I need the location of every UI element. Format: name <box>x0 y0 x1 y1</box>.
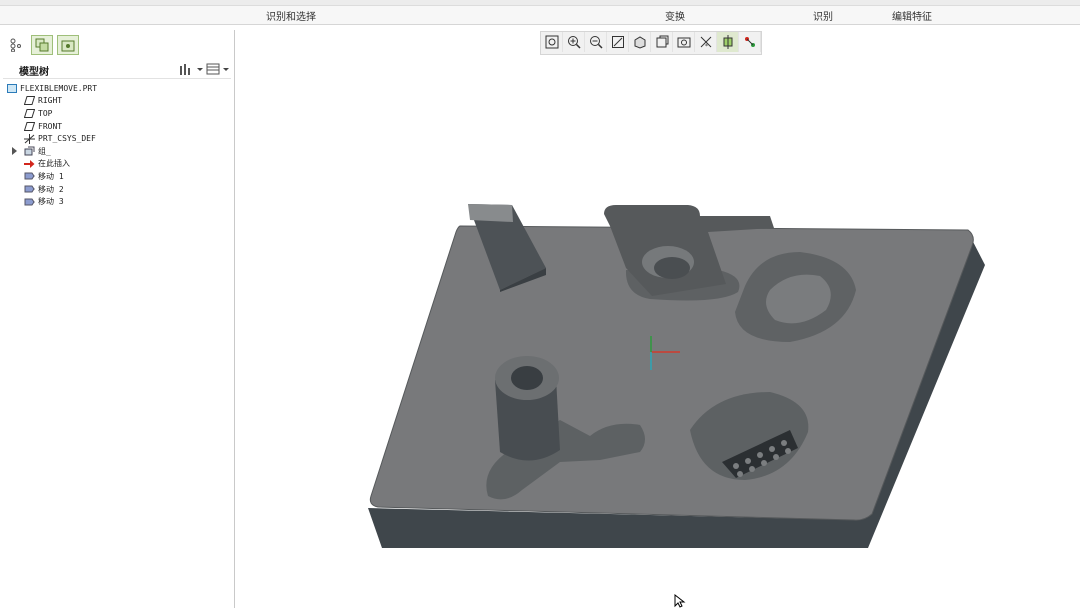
model-tree-panel: 模型树 FLEXIBLEMOVE.PRT RIGHT TOP FRONT PRT… <box>0 30 235 608</box>
tree-item-right[interactable]: RIGHT <box>6 95 97 108</box>
display-style-icon <box>634 36 645 49</box>
zoom-out-icon <box>589 36 603 49</box>
svg-text:*: * <box>705 43 708 49</box>
tree-item-csys[interactable]: PRT_CSYS_DEF <box>6 132 97 145</box>
tree-item-move-1[interactable]: 移动 1 <box>6 170 97 183</box>
move-feature-icon <box>24 171 35 181</box>
csys-icon <box>24 133 35 144</box>
datum-plane-icon <box>24 96 35 106</box>
tab-favorites[interactable] <box>57 35 79 55</box>
folder-star-icon <box>61 40 75 52</box>
refit-button[interactable] <box>541 32 563 52</box>
tree-item-label: 组_ <box>38 146 51 156</box>
part-icon <box>6 83 17 93</box>
repaint-button[interactable] <box>607 32 629 52</box>
navigator-tabs <box>5 35 79 55</box>
ribbon-group-edit[interactable]: 编辑特征 <box>892 8 932 23</box>
annotation-display-icon <box>744 37 755 47</box>
tab-layers[interactable] <box>31 35 53 55</box>
spin-center-button[interactable] <box>717 32 739 52</box>
tab-model-tree[interactable] <box>5 35 27 55</box>
ribbon-group-select[interactable]: 识别和选择 <box>266 8 316 23</box>
chevron-down-icon[interactable] <box>223 62 229 76</box>
saved-views-button[interactable] <box>651 32 673 52</box>
tree-item-label: PRT_CSYS_DEF <box>38 134 96 144</box>
tree-item-label: 移动 2 <box>38 184 64 194</box>
view-manager-icon <box>677 37 690 48</box>
view-manager-button[interactable] <box>673 32 695 52</box>
tree-item-label: 移动 1 <box>38 171 64 181</box>
tree-item-move-3[interactable]: 移动 3 <box>6 195 97 208</box>
refit-icon <box>545 35 558 49</box>
insert-here-icon <box>24 159 35 169</box>
model-tree-list: FLEXIBLEMOVE.PRT RIGHT TOP FRONT PRT_CSY… <box>6 82 97 208</box>
show-columns-icon[interactable] <box>206 62 220 76</box>
datum-plane-icon <box>24 121 35 131</box>
tree-icon <box>10 38 21 52</box>
tree-settings-icon[interactable] <box>178 62 194 76</box>
tree-item-move-2[interactable]: 移动 2 <box>6 183 97 196</box>
tree-item-front[interactable]: FRONT <box>6 120 97 133</box>
datum-display-icon: * <box>700 36 711 49</box>
tree-item-label: FLEXIBLEMOVE.PRT <box>20 83 98 93</box>
expand-arrow-icon[interactable] <box>12 147 18 156</box>
datum-plane-icon <box>24 108 35 118</box>
ribbon: 识别和选择 变换 识别 编辑特征 <box>0 0 1080 25</box>
mouse-cursor-icon <box>674 594 686 608</box>
move-feature-icon <box>24 197 35 207</box>
zoom-in-button[interactable] <box>563 32 585 52</box>
tree-item-part[interactable]: FLEXIBLEMOVE.PRT <box>6 82 97 95</box>
tree-item-group[interactable]: 组_ <box>6 145 97 158</box>
graphics-viewport[interactable] <box>235 30 1080 608</box>
tree-item-top[interactable]: TOP <box>6 107 97 120</box>
saved-views-icon <box>656 35 668 48</box>
model-tree-title: 模型树 <box>19 67 49 78</box>
ribbon-group-transform[interactable]: 变换 <box>665 8 685 23</box>
model-tree-header: 模型树 <box>3 60 231 79</box>
chevron-down-icon[interactable] <box>197 62 203 76</box>
ribbon-strip <box>0 0 1080 6</box>
tree-item-label: 移动 3 <box>38 197 64 207</box>
move-feature-icon <box>24 184 35 194</box>
tree-item-insert-here[interactable]: 在此插入 <box>6 158 97 171</box>
tree-item-label: RIGHT <box>38 96 63 106</box>
ribbon-group-identify[interactable]: 识别 <box>813 8 833 23</box>
repaint-icon <box>611 36 624 48</box>
tree-item-label: FRONT <box>38 121 63 131</box>
tree-item-label: TOP <box>38 108 53 118</box>
tree-item-label: 在此插入 <box>38 159 70 169</box>
annotation-display-button[interactable] <box>739 32 761 52</box>
spin-center-icon <box>723 35 732 49</box>
graphics-toolbar: * <box>540 31 762 55</box>
datum-display-button[interactable]: * <box>695 32 717 52</box>
group-icon <box>24 146 35 156</box>
zoom-in-icon <box>567 36 581 49</box>
zoom-out-button[interactable] <box>585 32 607 52</box>
display-style-button[interactable] <box>629 32 651 52</box>
layers-icon <box>35 38 49 52</box>
